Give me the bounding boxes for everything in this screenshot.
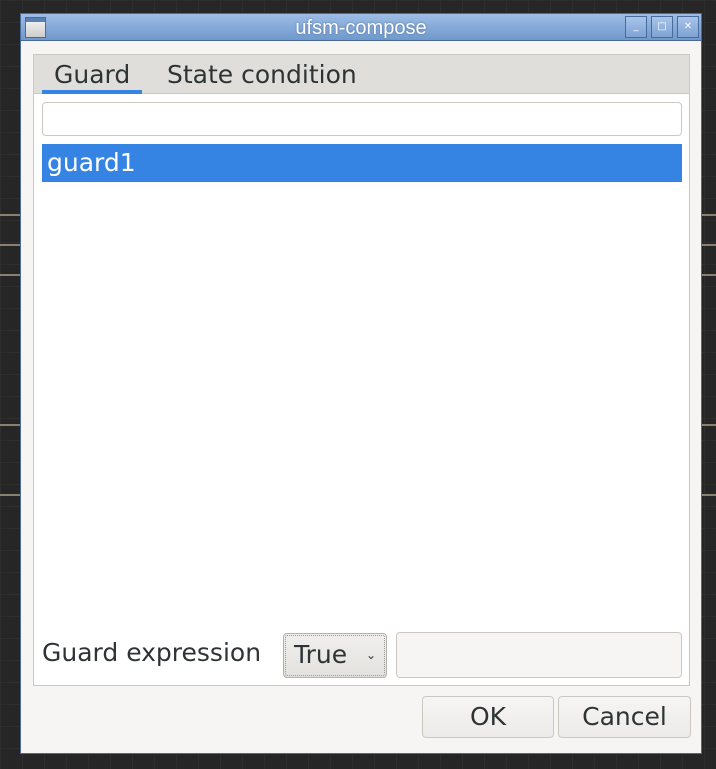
chevron-down-icon: ⌄ [365, 648, 376, 662]
background-decoration [0, 214, 20, 216]
background-decoration [0, 424, 20, 426]
background-decoration [0, 274, 20, 276]
notebook: Guard State condition guard1 Guard expre… [33, 54, 690, 686]
close-icon[interactable]: ✕ [677, 16, 699, 38]
tab-bar: Guard State condition [34, 55, 689, 94]
list-item[interactable]: guard1 [42, 144, 682, 182]
background-decoration [0, 244, 20, 246]
cancel-button[interactable]: Cancel [558, 696, 691, 738]
dialog-window: ufsm-compose _ □ ✕ Guard State condition… [20, 13, 702, 754]
window-title: ufsm-compose [295, 17, 427, 39]
search-input[interactable] [42, 102, 682, 136]
dropdown-value: True [294, 640, 348, 669]
background-decoration [0, 494, 20, 496]
guard-type-dropdown[interactable]: True ⌄ [283, 633, 387, 678]
title-bar[interactable]: ufsm-compose _ □ ✕ [21, 14, 701, 41]
ok-button[interactable]: OK [422, 696, 554, 738]
maximize-icon[interactable]: □ [651, 16, 673, 38]
expression-input[interactable] [396, 632, 682, 678]
tab-guard[interactable]: Guard [42, 55, 143, 94]
tab-state-condition[interactable]: State condition [155, 55, 369, 94]
guard-expression-label: Guard expression [42, 638, 262, 667]
minimize-icon[interactable]: _ [625, 16, 647, 38]
